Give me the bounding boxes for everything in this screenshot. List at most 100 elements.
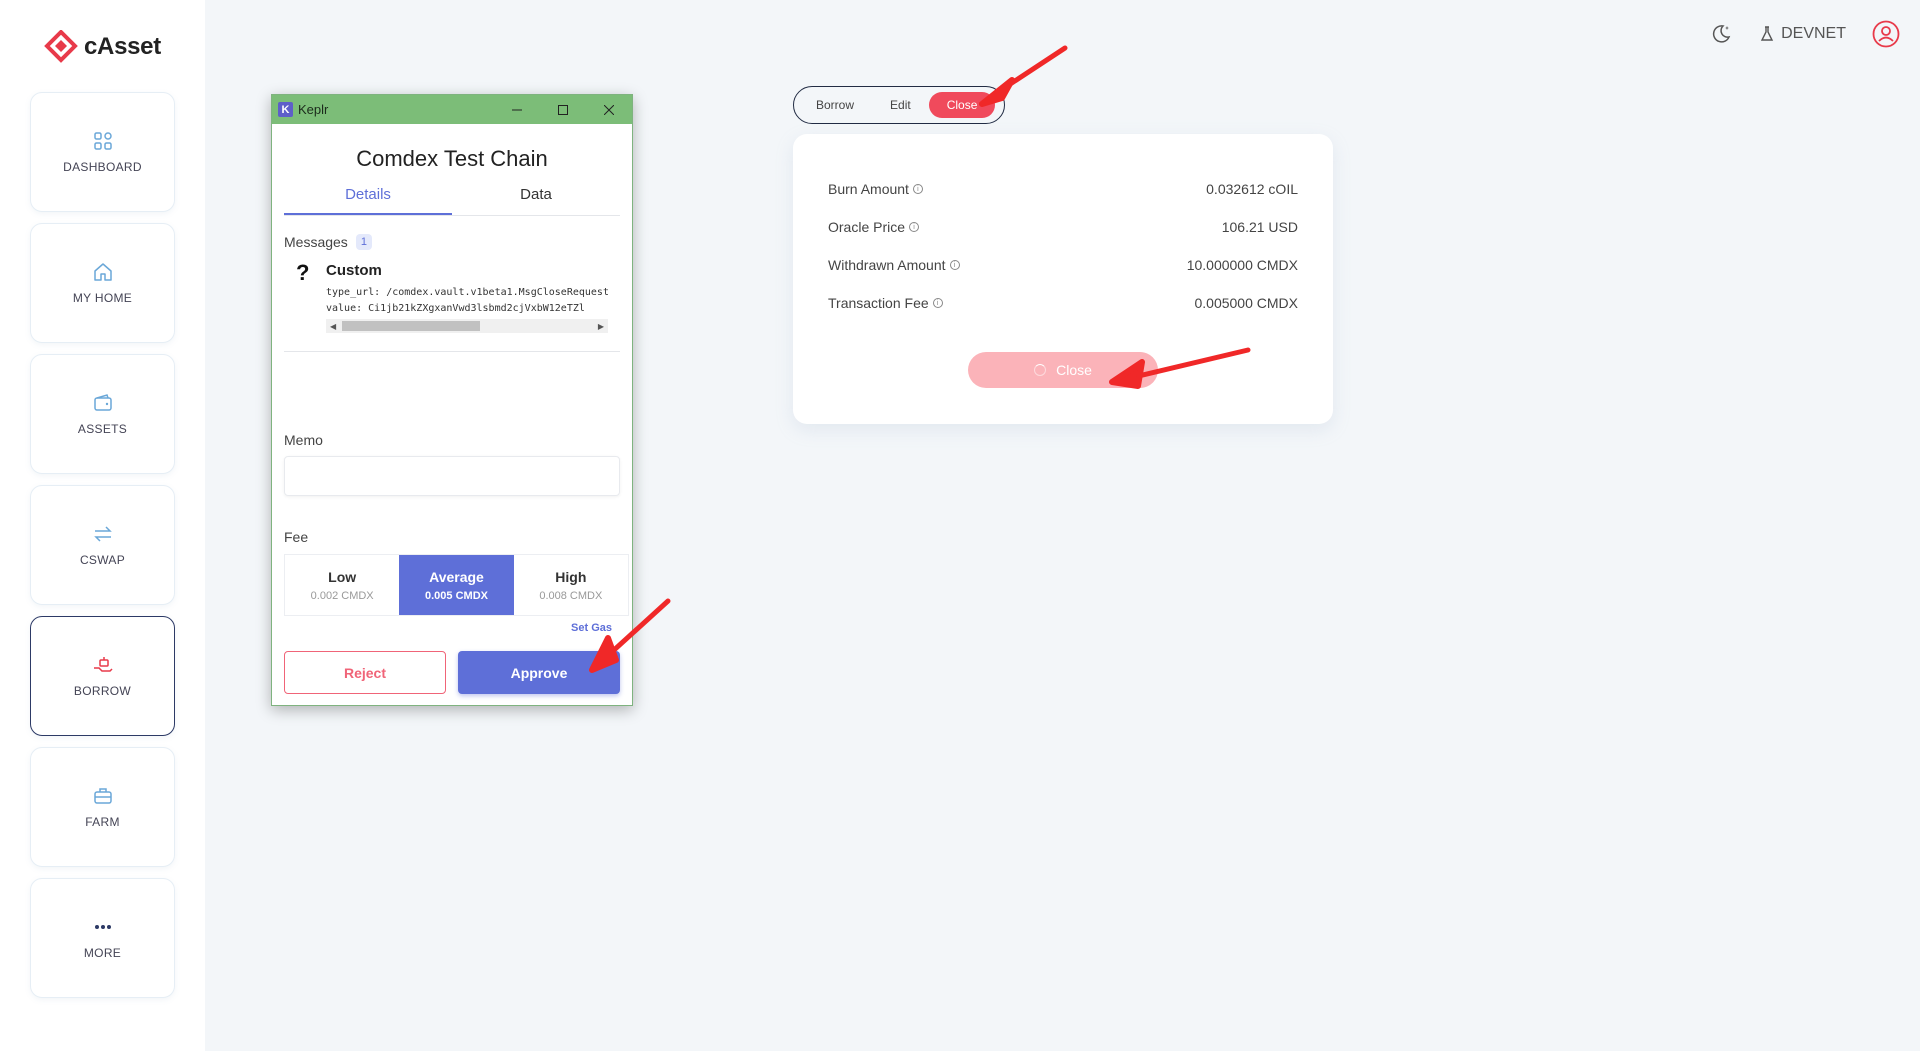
borrow-icon — [93, 657, 113, 672]
grid-icon — [93, 132, 112, 150]
close-window-button[interactable] — [586, 95, 632, 124]
fee-option-high[interactable]: High 0.008 CMDX — [513, 555, 628, 615]
close-icon — [604, 104, 614, 115]
minimize-button[interactable] — [494, 95, 540, 124]
horizontal-scrollbar[interactable]: ◀ ▶ — [326, 319, 608, 333]
fee-selector: Low 0.002 CMDX Average 0.005 CMDX High 0… — [284, 554, 629, 616]
withdrawn-amount-label: Withdrawn Amount — [828, 257, 946, 273]
divider — [284, 351, 620, 352]
moon-icon[interactable] — [1709, 22, 1733, 46]
fee-name: Average — [429, 568, 484, 585]
top-bar: DEVNET — [1709, 20, 1900, 48]
app-name: cAsset — [84, 33, 161, 60]
loading-spinner-icon — [1034, 364, 1047, 376]
fee-option-average[interactable]: Average 0.005 CMDX — [399, 555, 514, 615]
sidebar-item-label: FARM — [85, 815, 120, 829]
tab-data[interactable]: Data — [452, 186, 620, 215]
tab-close[interactable]: Close — [928, 92, 996, 118]
fee-label: Fee — [284, 529, 309, 545]
keplr-window: K Keplr Comdex Test Chain Details Data M… — [271, 94, 633, 706]
maximize-icon — [558, 104, 568, 115]
message-item: ? Custom type_url: /comdex.vault.v1beta1… — [284, 260, 620, 333]
user-profile-icon[interactable] — [1872, 20, 1900, 48]
sidebar-item-label: ASSETS — [77, 422, 128, 436]
keplr-window-title: Keplr — [298, 102, 329, 117]
tab-details[interactable]: Details — [284, 186, 452, 215]
sidebar-item-dashboard[interactable]: DASHBOARD — [30, 92, 175, 212]
fee-name: High — [555, 568, 587, 585]
messages-header: Messages 1 — [284, 234, 620, 250]
message-type: Custom — [326, 262, 382, 279]
sidebar-item-cswap[interactable]: CSWAP — [30, 485, 175, 605]
memo-input[interactable] — [284, 456, 620, 496]
transaction-fee-value: 0.005000 CMDX — [1194, 295, 1298, 311]
message-type-url: type_url: /comdex.vault.v1beta1.MsgClose… — [326, 287, 608, 298]
briefcase-icon — [93, 788, 112, 804]
sidebar-item-label: BORROW — [73, 684, 132, 698]
withdrawn-amount-row: Withdrawn Amount i 10.000000 CMDX — [828, 257, 1298, 273]
swap-icon — [93, 526, 112, 542]
minimize-icon — [512, 109, 522, 110]
messages-count-badge: 1 — [355, 234, 372, 250]
network-selector[interactable]: DEVNET — [1759, 25, 1846, 43]
info-label: Oracle Price i — [828, 219, 920, 235]
memo-label: Memo — [284, 432, 323, 448]
borrow-action-tabs: Borrow Edit Close — [793, 86, 1005, 124]
set-gas-link[interactable]: Set Gas — [571, 622, 612, 634]
info-label: Burn Amount i — [828, 181, 923, 197]
keplr-logo-icon: K — [278, 102, 293, 117]
network-label: DEVNET — [1781, 25, 1846, 42]
sidebar-item-my-home[interactable]: MY HOME — [30, 223, 175, 343]
question-mark-icon: ? — [296, 260, 310, 285]
sidebar-item-label: MORE — [83, 946, 122, 960]
more-icon — [94, 925, 111, 929]
fee-option-low[interactable]: Low 0.002 CMDX — [285, 555, 400, 615]
info-icon[interactable]: i — [909, 222, 920, 232]
sidebar-item-label: DASHBOARD — [63, 160, 142, 174]
chain-name: Comdex Test Chain — [356, 146, 548, 171]
flask-icon — [1760, 26, 1774, 41]
burn-amount-row: Burn Amount i 0.032612 cOIL — [828, 181, 1298, 197]
keplr-titlebar[interactable]: K Keplr — [272, 95, 632, 124]
transaction-fee-row: Transaction Fee i 0.005000 CMDX — [828, 295, 1298, 311]
wallet-icon — [93, 394, 112, 411]
info-label: Withdrawn Amount i — [828, 257, 960, 273]
sidebar-item-assets[interactable]: ASSETS — [30, 354, 175, 474]
burn-amount-label: Burn Amount — [828, 181, 909, 197]
sidebar-item-more[interactable]: MORE — [30, 878, 175, 998]
maximize-button[interactable] — [540, 95, 586, 124]
sidebar-item-farm[interactable]: FARM — [30, 747, 175, 867]
messages-label: Messages — [284, 234, 348, 250]
info-icon[interactable]: i — [932, 298, 943, 308]
message-value: value: Ci1jb21kZXgxanVwd3lsbmd2cjVxbW12e… — [326, 303, 585, 314]
burn-amount-value: 0.032612 cOIL — [1206, 181, 1298, 197]
info-label: Transaction Fee i — [828, 295, 943, 311]
tab-edit[interactable]: Edit — [872, 92, 929, 118]
close-position-button[interactable]: Close — [968, 352, 1158, 388]
oracle-price-value: 106.21 USD — [1221, 219, 1298, 235]
approve-button[interactable]: Approve — [458, 651, 620, 694]
window-controls — [494, 95, 632, 124]
scrollbar-thumb[interactable] — [342, 321, 480, 331]
casset-logo-icon — [44, 30, 78, 63]
fee-name: Low — [328, 568, 357, 585]
transaction-fee-label: Transaction Fee — [828, 295, 929, 311]
keplr-tabs: Details Data — [284, 186, 620, 216]
fee-amount: 0.008 CMDX — [539, 589, 603, 602]
sidebar-item-borrow[interactable]: BORROW — [30, 616, 175, 736]
scroll-left-icon[interactable]: ◀ — [330, 322, 336, 331]
oracle-price-row: Oracle Price i 106.21 USD — [828, 219, 1298, 235]
sidebar-item-label: MY HOME — [72, 291, 133, 305]
scroll-right-icon[interactable]: ▶ — [598, 322, 604, 331]
tab-borrow[interactable]: Borrow — [798, 92, 872, 118]
info-icon[interactable]: i — [912, 184, 923, 194]
close-position-card: Burn Amount i 0.032612 cOIL Oracle Price… — [793, 134, 1333, 424]
oracle-price-label: Oracle Price — [828, 219, 906, 235]
sidebar: cAsset DASHBOARD MY HOME ASSETS CSWAP BO… — [0, 0, 205, 1051]
close-button-label: Close — [1056, 362, 1092, 378]
withdrawn-amount-value: 10.000000 CMDX — [1186, 257, 1298, 273]
app-logo[interactable]: cAsset — [44, 30, 161, 64]
info-icon[interactable]: i — [949, 260, 960, 270]
reject-button[interactable]: Reject — [284, 651, 446, 694]
home-icon — [93, 263, 112, 281]
